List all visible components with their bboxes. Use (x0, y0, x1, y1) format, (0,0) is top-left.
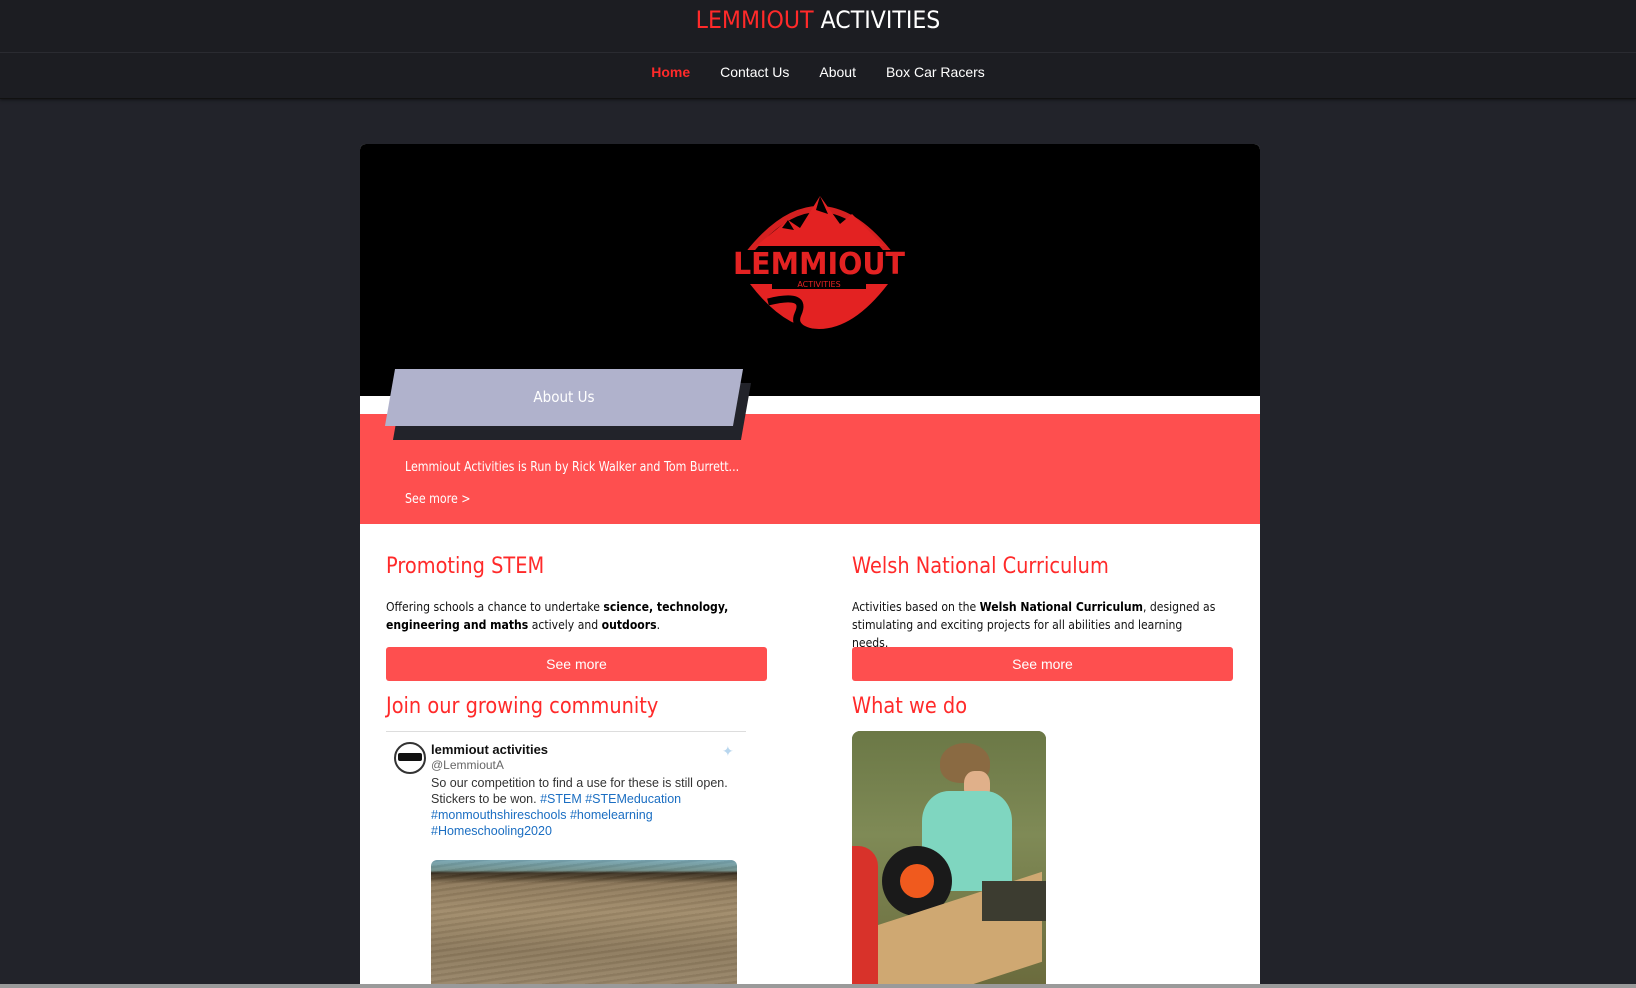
tweet-text: So our competition to find a use for the… (431, 775, 741, 839)
welsh-text-1: Activities based on the (852, 599, 980, 614)
about-see-more-link[interactable]: See more > (405, 492, 471, 507)
stem-text-1: Offering schools a chance to undertake (386, 599, 604, 614)
twitter-bird-icon[interactable]: ✦ (722, 743, 734, 760)
stem-see-more-button[interactable]: See more (386, 647, 767, 681)
nav-about[interactable]: About (819, 64, 856, 80)
stem-description: Offering schools a chance to undertake s… (386, 598, 751, 634)
header-divider (0, 52, 1636, 53)
twitter-embed[interactable]: lemmiout activities @LemmioutA ✦ So our … (386, 731, 746, 988)
welsh-see-more-button[interactable]: See more (852, 647, 1233, 681)
content-card: LEMMIOUT ACTIVITIES About Us Lemmiout Ac… (360, 144, 1260, 988)
stem-heading: Promoting STEM (386, 554, 545, 579)
welsh-description: Activities based on the Welsh National C… (852, 598, 1217, 652)
tweet-author-name[interactable]: lemmiout activities (431, 742, 548, 757)
welsh-heading: Welsh National Curriculum (852, 554, 1109, 579)
about-title: About Us (533, 388, 595, 406)
nav-contact-us[interactable]: Contact Us (720, 64, 789, 80)
avatar[interactable] (394, 742, 426, 774)
hero-banner: LEMMIOUT ACTIVITIES (360, 144, 1260, 396)
what-we-do-photo (852, 731, 1046, 988)
lemmiout-logo-icon: LEMMIOUT ACTIVITIES (730, 196, 908, 338)
stem-bold-2: outdoors (601, 617, 657, 632)
what-we-do-heading: What we do (852, 694, 968, 719)
site-brand[interactable]: LEMMIOUT ACTIVITIES (65, 6, 1570, 34)
about-text: Lemmiout Activities is Run by Rick Walke… (405, 460, 740, 475)
stem-text-2: actively and (528, 617, 602, 632)
main-nav: Home Contact Us About Box Car Racers (0, 64, 1636, 80)
top-header: LEMMIOUT ACTIVITIES Home Contact Us Abou… (0, 0, 1636, 99)
stem-text-3: . (656, 617, 661, 632)
nav-box-car-racers[interactable]: Box Car Racers (886, 64, 985, 80)
horizontal-scrollbar[interactable] (0, 984, 1636, 988)
community-heading: Join our growing community (386, 694, 659, 719)
svg-text:ACTIVITIES: ACTIVITIES (797, 280, 840, 289)
svg-text:LEMMIOUT: LEMMIOUT (733, 247, 906, 282)
tweet-image[interactable] (431, 860, 737, 988)
nav-home[interactable]: Home (651, 64, 690, 80)
brand-lemmiout: LEMMIOUT (695, 6, 814, 34)
brand-activities: ACTIVITIES (813, 6, 941, 34)
tweet-author-handle[interactable]: @LemmioutA (431, 758, 504, 772)
welsh-bold-1: Welsh National Curriculum (979, 599, 1143, 614)
